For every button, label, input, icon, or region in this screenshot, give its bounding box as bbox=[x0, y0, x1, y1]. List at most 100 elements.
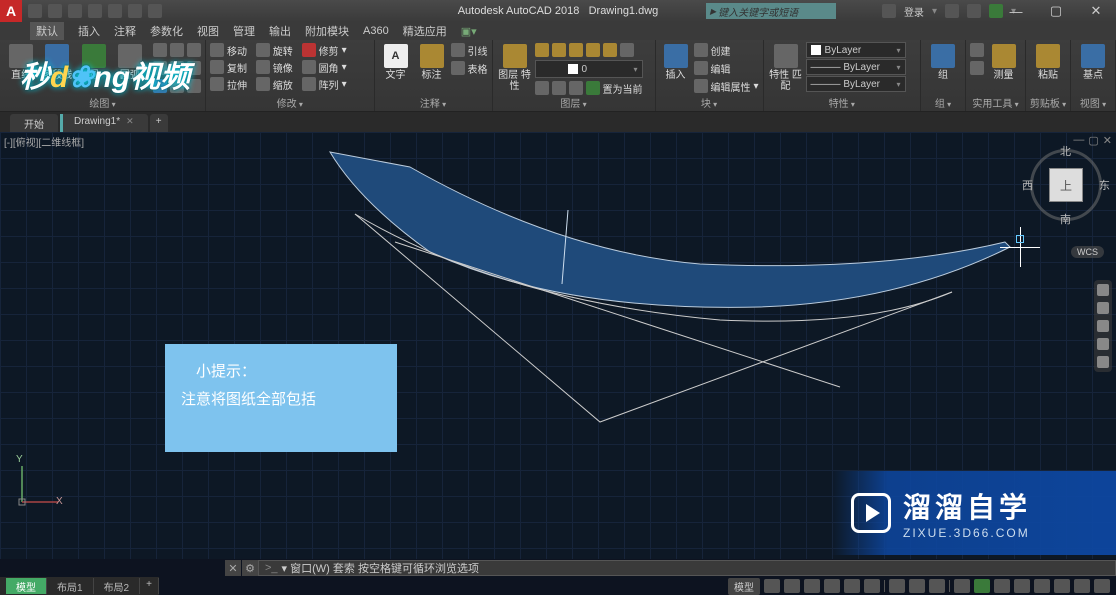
panel-label-draw[interactable]: 绘图 bbox=[0, 95, 205, 110]
status-annoscale-icon[interactable] bbox=[954, 579, 970, 593]
dim-button[interactable]: 标注 bbox=[415, 42, 449, 94]
nav-orbit-icon[interactable] bbox=[1097, 338, 1109, 350]
status-polar-icon[interactable] bbox=[824, 579, 840, 593]
tab-model[interactable]: 模型 bbox=[6, 578, 47, 594]
panel-label-view[interactable]: 视图 bbox=[1071, 95, 1115, 110]
exchange-icon[interactable] bbox=[945, 4, 959, 18]
basepoint-button[interactable]: 基点 bbox=[1075, 42, 1111, 94]
tab-launcher-icon[interactable]: ▣▾ bbox=[461, 25, 477, 38]
status-workspace-icon[interactable] bbox=[994, 579, 1010, 593]
nav-pan-icon[interactable] bbox=[1097, 302, 1109, 314]
panel-label-modify[interactable]: 修改 bbox=[206, 95, 374, 110]
arc-button[interactable]: 圆弧 bbox=[113, 42, 147, 94]
status-isolate-icon[interactable] bbox=[1034, 579, 1050, 593]
minimize-button[interactable]: — bbox=[996, 0, 1036, 22]
status-ortho-icon[interactable] bbox=[804, 579, 820, 593]
measure-button[interactable]: 测量 bbox=[986, 42, 1021, 94]
insert-block-button[interactable]: 插入 bbox=[660, 42, 692, 94]
close-button[interactable]: ✕ bbox=[1076, 0, 1116, 22]
compass-s[interactable]: 南 bbox=[1060, 211, 1071, 227]
nav-showmotion-icon[interactable] bbox=[1097, 356, 1109, 368]
status-lwt-icon[interactable] bbox=[889, 579, 905, 593]
viewcube-face[interactable]: 上 bbox=[1049, 168, 1083, 202]
new-tab-button[interactable]: + bbox=[150, 114, 168, 132]
cmd-close-icon[interactable]: ✕ bbox=[225, 560, 241, 576]
help-search[interactable]: 键入关键字或短语 bbox=[706, 3, 836, 19]
nav-zoom-icon[interactable] bbox=[1097, 320, 1109, 332]
status-monitor-icon[interactable] bbox=[1014, 579, 1030, 593]
tab-drawing1[interactable]: Drawing1*✕ bbox=[60, 114, 148, 132]
panel-label-util[interactable]: 实用工具 bbox=[966, 95, 1025, 110]
panel-label-layers[interactable]: 图层 bbox=[493, 95, 655, 110]
tab-layout1[interactable]: 布局1 bbox=[47, 578, 94, 594]
qat-save-icon[interactable] bbox=[68, 4, 82, 18]
tab-layout2[interactable]: 布局2 bbox=[94, 578, 141, 594]
panel-label-props[interactable]: 特性 bbox=[764, 95, 920, 110]
command-text: ▾ 窗口(W) 套索 按空格键可循环浏览选项 bbox=[282, 560, 479, 576]
qat-undo-icon[interactable] bbox=[128, 4, 142, 18]
qat-redo-icon[interactable] bbox=[148, 4, 162, 18]
matchprop-button[interactable]: 特性 匹配 bbox=[768, 42, 804, 94]
add-layout-button[interactable]: + bbox=[140, 578, 159, 594]
qat-saveas-icon[interactable] bbox=[88, 4, 102, 18]
app-logo[interactable]: A bbox=[0, 0, 22, 22]
status-annotation-icon[interactable] bbox=[974, 579, 990, 593]
stayconnected-icon[interactable] bbox=[967, 4, 981, 18]
file-tabs: 开始 Drawing1*✕ + bbox=[0, 112, 1116, 132]
status-custom-icon[interactable] bbox=[1094, 579, 1110, 593]
cmd-config-icon[interactable]: ⚙ bbox=[242, 560, 258, 576]
leader-button[interactable]: 引线 bbox=[451, 42, 488, 58]
status-cleanscreen-icon[interactable] bbox=[1074, 579, 1090, 593]
window-title: Autodesk AutoCAD 2018 Drawing1.dwg bbox=[458, 5, 659, 17]
layer-combo[interactable]: 0 bbox=[535, 60, 643, 78]
status-model-toggle[interactable]: 模型 bbox=[728, 578, 760, 595]
status-osnap-icon[interactable] bbox=[844, 579, 860, 593]
compass-e[interactable]: 东 bbox=[1099, 177, 1110, 193]
status-transparency-icon[interactable] bbox=[909, 579, 925, 593]
tab-insert[interactable]: 插入 bbox=[78, 23, 100, 39]
layer-props-button[interactable]: 图层 特性 bbox=[497, 42, 533, 94]
login-label[interactable]: 登录 bbox=[904, 4, 924, 19]
tab-featured[interactable]: 精选应用 bbox=[403, 23, 447, 39]
circle-button[interactable]: 圆 bbox=[77, 42, 111, 94]
status-grid-icon[interactable] bbox=[764, 579, 780, 593]
status-cycling-icon[interactable] bbox=[929, 579, 945, 593]
tab-a360[interactable]: A360 bbox=[363, 25, 389, 37]
tab-default[interactable]: 默认 bbox=[30, 22, 64, 40]
tab-output[interactable]: 输出 bbox=[269, 23, 291, 39]
linetype-combo[interactable]: ——— ByLayer bbox=[806, 76, 906, 92]
status-otrack-icon[interactable] bbox=[864, 579, 880, 593]
qat-open-icon[interactable] bbox=[48, 4, 62, 18]
table-button[interactable]: 表格 bbox=[451, 60, 488, 76]
text-button[interactable]: A文字 bbox=[379, 42, 413, 94]
polyline-button[interactable]: 多段线 bbox=[40, 42, 74, 94]
close-tab-icon[interactable]: ✕ bbox=[126, 116, 134, 126]
panel-label-group[interactable]: 组 bbox=[921, 95, 965, 110]
tab-addins[interactable]: 附加模块 bbox=[305, 23, 349, 39]
color-combo[interactable]: ByLayer bbox=[806, 42, 906, 58]
compass-n[interactable]: 北 bbox=[1060, 143, 1071, 159]
group-button[interactable]: 组 bbox=[925, 42, 961, 94]
command-line[interactable]: >_ ▾ 窗口(W) 套索 按空格键可循环浏览选项 bbox=[258, 560, 1116, 576]
qat-new-icon[interactable] bbox=[28, 4, 42, 18]
lineweight-combo[interactable]: ——— ByLayer bbox=[806, 59, 906, 75]
qat-plot-icon[interactable] bbox=[108, 4, 122, 18]
wcs-label[interactable]: WCS bbox=[1071, 246, 1104, 258]
line-button[interactable]: 直线 bbox=[4, 42, 38, 94]
signin-icon[interactable] bbox=[882, 4, 896, 18]
compass-w[interactable]: 西 bbox=[1022, 177, 1033, 193]
tab-annotate[interactable]: 注释 bbox=[114, 23, 136, 39]
tab-start[interactable]: 开始 bbox=[10, 114, 58, 132]
panel-label-clip[interactable]: 剪贴板 bbox=[1026, 95, 1070, 110]
maximize-button[interactable]: ▢ bbox=[1036, 0, 1076, 22]
tab-parametric[interactable]: 参数化 bbox=[150, 23, 183, 39]
tab-manage[interactable]: 管理 bbox=[233, 23, 255, 39]
paste-button[interactable]: 粘贴 bbox=[1030, 42, 1066, 94]
nav-wheel-icon[interactable] bbox=[1097, 284, 1109, 296]
panel-label-block[interactable]: 块 bbox=[656, 95, 763, 110]
viewcube[interactable]: 上 北 南 东 西 bbox=[1026, 145, 1106, 225]
status-hardware-icon[interactable] bbox=[1054, 579, 1070, 593]
tab-view[interactable]: 视图 bbox=[197, 23, 219, 39]
panel-label-annot[interactable]: 注释 bbox=[375, 95, 492, 110]
status-snap-icon[interactable] bbox=[784, 579, 800, 593]
